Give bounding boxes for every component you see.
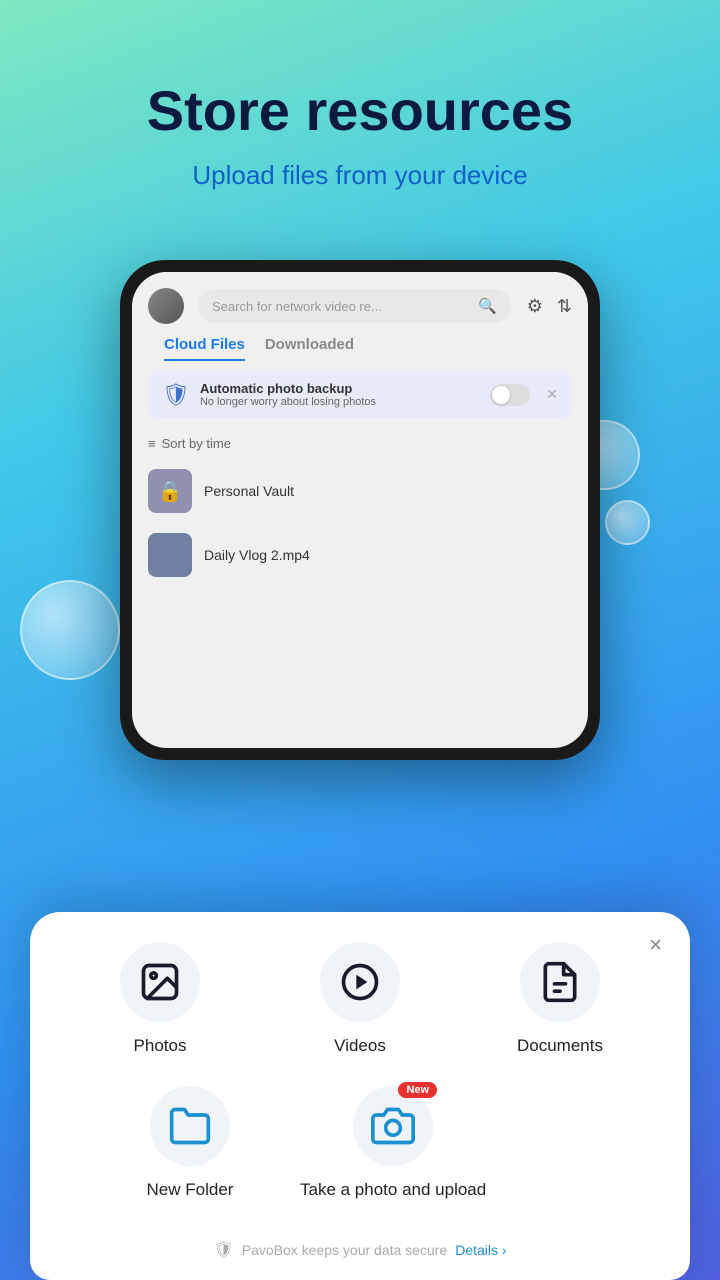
details-label: Details xyxy=(455,1242,498,1258)
shield-small-icon: 🛡 xyxy=(213,1240,233,1260)
new-folder-icon-circle xyxy=(150,1086,230,1166)
photos-icon-circle xyxy=(120,942,200,1022)
hero-subtitle: Upload files from your device xyxy=(192,160,527,191)
file-name: Personal Vault xyxy=(204,483,294,499)
take-photo-icon-circle: New xyxy=(353,1086,433,1166)
filter-icon[interactable]: ⚙ xyxy=(527,296,543,317)
backup-toggle[interactable] xyxy=(490,384,530,406)
shield-icon: 🛡 xyxy=(162,382,190,408)
tab-cloud-files[interactable]: Cloud Files xyxy=(164,336,245,361)
videos-icon-circle xyxy=(320,942,400,1022)
videos-icon xyxy=(338,960,382,1004)
bubble-right2 xyxy=(605,500,650,545)
close-button[interactable]: × xyxy=(649,934,662,956)
photos-icon xyxy=(138,960,182,1004)
phone-screen: Search for network video re... 🔍 ⚙ ⇅ Clo… xyxy=(132,272,588,748)
videos-item[interactable]: Videos xyxy=(290,942,430,1056)
hero-title: Store resources xyxy=(147,80,573,142)
sort-row[interactable]: ≡ Sort by time xyxy=(132,428,588,459)
phone-mockup: Search for network video re... 🔍 ⚙ ⇅ Clo… xyxy=(120,260,600,760)
photos-label: Photos xyxy=(134,1036,187,1056)
file-name: Daily Vlog 2.mp4 xyxy=(204,547,310,563)
security-text: PavoBox keeps your data secure xyxy=(242,1242,447,1258)
new-folder-item[interactable]: New Folder xyxy=(120,1086,260,1200)
documents-label: Documents xyxy=(517,1036,603,1056)
tabs-row: Cloud Files Downloaded xyxy=(148,324,572,361)
list-item[interactable]: 🔒 Personal Vault xyxy=(132,459,588,523)
tab-downloaded[interactable]: Downloaded xyxy=(265,336,354,361)
bubble-left xyxy=(20,580,120,680)
grid-row-1: Photos Videos Documents xyxy=(60,942,660,1056)
search-placeholder: Search for network video re... xyxy=(212,299,470,314)
close-banner-icon[interactable]: ✕ xyxy=(546,386,558,403)
sort-icon-small: ≡ xyxy=(148,436,156,451)
search-icon: 🔍 xyxy=(478,297,497,315)
backup-banner: 🛡 Automatic photo backup No longer worry… xyxy=(148,371,572,418)
chevron-right-icon: › xyxy=(502,1242,507,1258)
backup-text: Automatic photo backup No longer worry a… xyxy=(200,381,376,408)
photos-item[interactable]: Photos xyxy=(90,942,230,1056)
search-bar[interactable]: Search for network video re... 🔍 xyxy=(198,289,511,323)
screen-header: Search for network video re... 🔍 ⚙ ⇅ Clo… xyxy=(132,272,588,361)
videos-label: Videos xyxy=(334,1036,386,1056)
phone-frame: Search for network video re... 🔍 ⚙ ⇅ Clo… xyxy=(120,260,600,760)
file-thumb: 🔒 xyxy=(148,469,192,513)
new-folder-icon xyxy=(168,1104,212,1148)
list-item[interactable]: Daily Vlog 2.mp4 xyxy=(132,523,588,587)
new-folder-label: New Folder xyxy=(147,1180,234,1200)
documents-icon xyxy=(538,960,582,1004)
take-photo-item[interactable]: New Take a photo and upload xyxy=(300,1086,486,1200)
documents-icon-circle xyxy=(520,942,600,1022)
camera-icon xyxy=(371,1104,415,1148)
grid-row-2: New Folder New Take a photo and upload xyxy=(60,1086,660,1200)
avatar xyxy=(148,288,184,324)
details-link[interactable]: Details › xyxy=(455,1242,506,1258)
new-badge: New xyxy=(398,1082,437,1098)
backup-title: Automatic photo backup xyxy=(200,381,376,396)
sort-label: Sort by time xyxy=(162,436,231,451)
backup-desc: No longer worry about losing photos xyxy=(200,396,376,408)
file-thumb xyxy=(148,533,192,577)
security-footer: 🛡 PavoBox keeps your data secure Details… xyxy=(60,1230,660,1260)
sort-icon[interactable]: ⇅ xyxy=(557,296,572,317)
take-photo-label: Take a photo and upload xyxy=(300,1180,486,1200)
upload-modal: × Photos Videos xyxy=(30,912,690,1280)
documents-item[interactable]: Documents xyxy=(490,942,630,1056)
